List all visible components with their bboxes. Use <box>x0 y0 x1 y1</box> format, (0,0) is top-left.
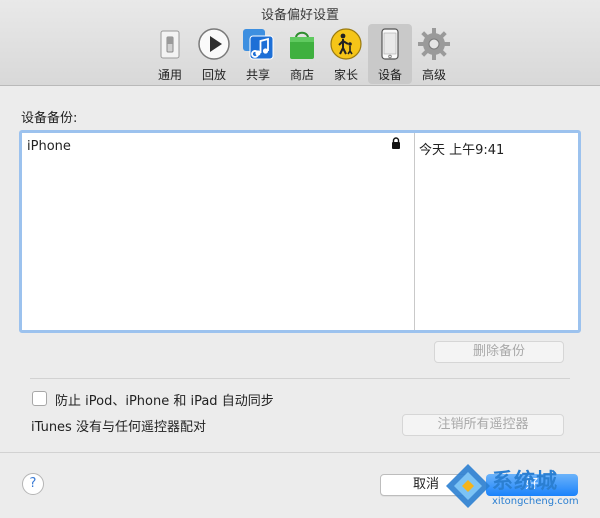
toolbar: 通用 回放 共享 商店 家长 设备 高级 <box>148 24 456 84</box>
general-switch-icon <box>160 30 180 59</box>
prevent-sync-checkbox[interactable] <box>32 391 47 406</box>
delete-backup-button[interactable]: 删除备份 <box>434 341 564 363</box>
help-button[interactable]: ? <box>22 473 44 495</box>
title-bar: 设备偏好设置 通用 回放 共享 商店 家长 设备 高级 <box>0 0 600 86</box>
tab-playback[interactable]: 回放 <box>192 24 236 84</box>
iphone-icon <box>381 28 399 60</box>
tab-store-label: 商店 <box>289 68 314 82</box>
music-note-icon <box>243 29 274 60</box>
prevent-sync-label: 防止 iPod、iPhone 和 iPad 自动同步 <box>55 394 274 409</box>
tab-sharing[interactable]: 共享 <box>236 24 280 84</box>
backup-list[interactable]: iPhone 今天 上午9:41 <box>19 130 581 333</box>
tab-playback-label: 回放 <box>201 68 226 82</box>
tab-devices[interactable]: 设备 <box>368 24 412 84</box>
window-title: 设备偏好设置 <box>260 8 339 23</box>
lock-icon <box>392 137 400 149</box>
watermark-url: xitongcheng.com <box>492 496 579 507</box>
column-divider <box>414 133 415 330</box>
watermark-brand: 系统城 <box>492 469 558 493</box>
tab-advanced[interactable]: 高级 <box>412 24 456 84</box>
backup-device-name[interactable]: iPhone <box>27 139 71 154</box>
gear-icon <box>418 28 450 60</box>
tab-general-label: 通用 <box>157 68 182 82</box>
device-backups-label: 设备备份: <box>21 111 78 126</box>
remote-status-text: iTunes 没有与任何遥控器配对 <box>31 420 206 435</box>
tab-parental[interactable]: 家长 <box>324 24 368 84</box>
deauthorize-remotes-button[interactable]: 注销所有遥控器 <box>402 414 564 436</box>
backup-time[interactable]: 今天 上午9:41 <box>419 139 504 158</box>
footer-divider <box>0 452 600 453</box>
shopping-bag-icon <box>290 31 314 59</box>
tab-parental-label: 家长 <box>333 68 358 82</box>
tab-sharing-label: 共享 <box>245 68 270 82</box>
divider <box>30 378 570 379</box>
play-icon <box>198 28 230 60</box>
preferences-window: 设备偏好设置 通用 回放 共享 商店 家长 设备 高级 设备备份: iPhone… <box>0 0 600 518</box>
parental-icon <box>330 28 362 60</box>
tab-store[interactable]: 商店 <box>280 24 324 84</box>
tab-advanced-label: 高级 <box>421 68 446 82</box>
tab-devices-label: 设备 <box>377 68 402 82</box>
tab-general[interactable]: 通用 <box>148 24 192 84</box>
